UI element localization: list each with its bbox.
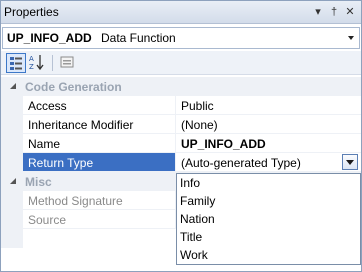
property-name: Access — [23, 96, 176, 115]
property-pages-icon — [60, 56, 74, 68]
row-gutter — [1, 115, 23, 134]
alphabetical-button[interactable]: A Z — [28, 53, 48, 73]
row-gutter — [1, 134, 23, 153]
property-pages-button[interactable] — [58, 53, 78, 73]
row-gutter — [1, 229, 23, 248]
category-code-generation[interactable]: Code Generation — [1, 77, 361, 96]
return-type-dropdown-button[interactable] — [342, 154, 358, 170]
toolbar-separator — [52, 55, 53, 71]
property-value[interactable]: (Auto-generated Type) — [176, 153, 361, 172]
chevron-down-icon[interactable] — [346, 33, 356, 43]
properties-window: Properties ▾ † ✕ UP_INFO_ADD Data Functi… — [0, 0, 362, 272]
object-selector[interactable]: UP_INFO_ADD Data Function — [2, 27, 360, 49]
property-value[interactable]: UP_INFO_ADD — [176, 134, 361, 153]
close-icon[interactable]: ✕ — [343, 4, 357, 20]
dropdown-option-nation[interactable]: Nation — [179, 210, 359, 228]
row-gutter — [1, 96, 23, 115]
dropdown-option-family[interactable]: Family — [179, 192, 359, 210]
property-name: Source — [23, 210, 176, 229]
property-row-access[interactable]: Access Public — [1, 96, 361, 115]
object-name: UP_INFO_ADD — [7, 31, 92, 45]
svg-text:A: A — [29, 55, 34, 63]
row-gutter — [1, 153, 23, 172]
property-value[interactable]: (None) — [176, 115, 361, 134]
dropdown-option-info[interactable]: Info — [179, 174, 359, 192]
properties-toolbar: A Z — [1, 51, 361, 75]
return-type-value: (Auto-generated Type) — [181, 156, 301, 170]
property-name: Method Signature — [23, 191, 176, 210]
categorized-button[interactable] — [6, 53, 26, 73]
category-label: Misc — [25, 175, 52, 189]
dropdown-option-title[interactable]: Title — [179, 228, 359, 246]
dropdown-option-work[interactable]: Work — [179, 246, 359, 264]
category-label: Code Generation — [25, 80, 122, 94]
property-name: Inheritance Modifier — [23, 115, 176, 134]
property-name: Return Type — [23, 153, 176, 172]
property-value[interactable]: Public — [176, 96, 361, 115]
row-gutter — [1, 191, 23, 210]
property-row-inheritance-modifier[interactable]: Inheritance Modifier (None) — [1, 115, 361, 134]
auto-hide-pin-icon[interactable]: † — [327, 4, 341, 20]
row-gutter — [1, 210, 23, 229]
property-name: Name — [23, 134, 176, 153]
svg-text:Z: Z — [29, 63, 34, 71]
title-bar: Properties ▾ † ✕ — [1, 1, 361, 24]
return-type-dropdown-list[interactable]: Info Family Nation Title Work — [176, 173, 361, 265]
window-position-dropdown-icon[interactable]: ▾ — [311, 4, 325, 20]
property-row-return-type[interactable]: Return Type (Auto-generated Type) — [1, 153, 361, 172]
property-row-name[interactable]: Name UP_INFO_ADD — [1, 134, 361, 153]
collapse-triangle-icon[interactable] — [9, 82, 17, 90]
categorized-icon — [10, 57, 22, 70]
window-title: Properties — [4, 5, 59, 19]
chevron-down-icon — [346, 160, 354, 165]
object-type: Data Function — [101, 31, 176, 45]
alphabetical-icon: A Z — [29, 55, 44, 71]
collapse-triangle-icon[interactable] — [9, 177, 17, 185]
